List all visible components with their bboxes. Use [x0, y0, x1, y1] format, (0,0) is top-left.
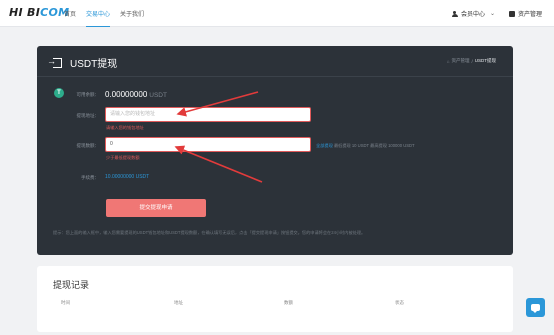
- withdraw-records-panel: 提现记录 时间 地址 数额 状态: [37, 266, 513, 332]
- column-time: 时间: [61, 300, 70, 305]
- records-title: 提现记录: [53, 280, 90, 290]
- arrow-to-address: [176, 91, 259, 117]
- column-address: 地址: [174, 300, 183, 305]
- arrow-to-amount: [174, 145, 263, 183]
- column-amount: 数额: [284, 300, 293, 305]
- customer-service-button[interactable]: [526, 298, 545, 317]
- column-status: 状态: [395, 300, 404, 305]
- chat-icon: [531, 304, 540, 313]
